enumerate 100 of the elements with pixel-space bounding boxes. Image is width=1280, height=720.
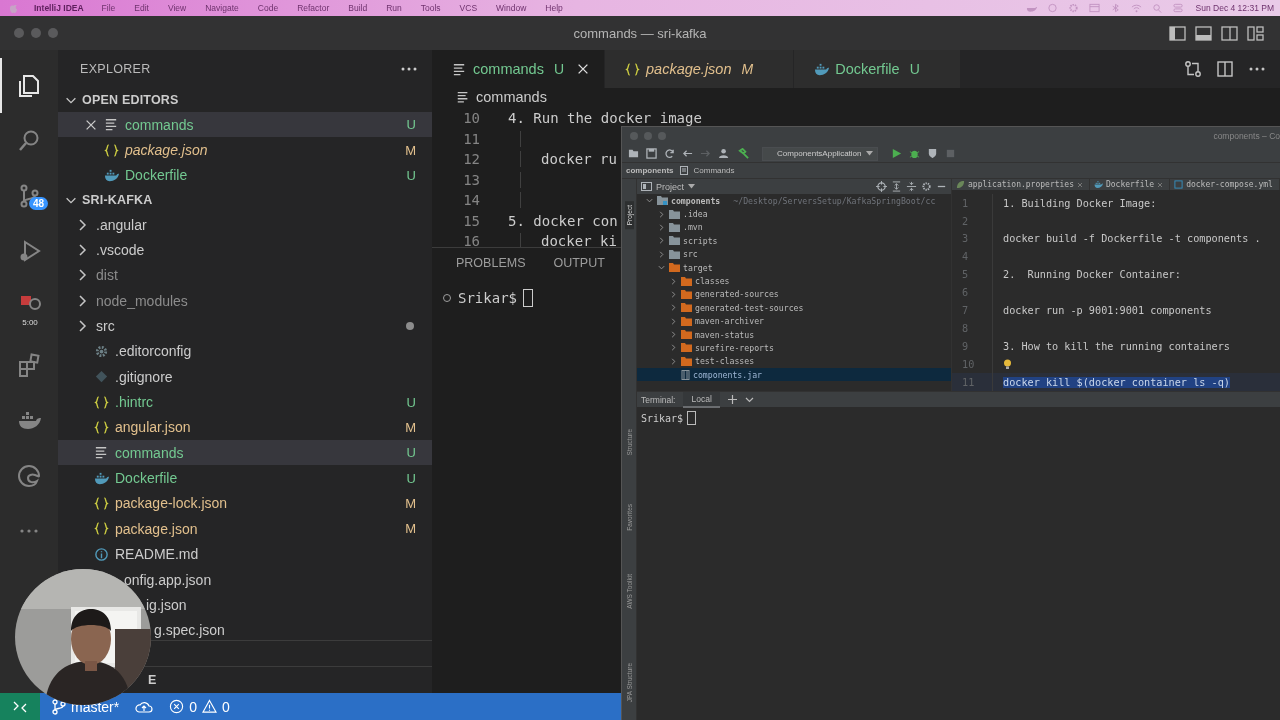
expand-all-icon[interactable] <box>891 181 902 192</box>
tree-row[interactable]: components ~/Desktop/ServersSetup/KafkaSpringBoot/cc <box>637 194 951 208</box>
bug-icon[interactable] <box>908 148 920 159</box>
run-icon[interactable] <box>890 148 902 159</box>
file-row[interactable]: package.json M <box>58 137 432 163</box>
breadcrumb[interactable]: components <box>626 166 674 175</box>
panel-title-dropdown[interactable]: Project <box>656 181 684 192</box>
lightbulb-icon[interactable] <box>1003 358 1012 370</box>
remote-button[interactable] <box>0 693 40 720</box>
window-title: components – Co <box>1213 131 1280 141</box>
sync-icon[interactable] <box>664 148 675 159</box>
tree-row[interactable]: target <box>637 260 951 275</box>
compare-changes-icon[interactable] <box>1184 60 1202 78</box>
editor-tab[interactable]: Dockerfile U <box>794 50 961 88</box>
run-configuration-dropdown[interactable]: ComponentsApplication <box>762 146 878 161</box>
menu-item[interactable]: Build <box>348 3 368 13</box>
tree-row[interactable]: .idea <box>637 207 951 221</box>
file-row[interactable]: .hintrc U <box>58 389 432 415</box>
tree-row[interactable]: maven-archiver <box>637 314 951 328</box>
folder-icon <box>669 209 680 219</box>
file-row[interactable]: commands U <box>58 440 432 466</box>
tree-row[interactable]: test-classes <box>637 354 951 369</box>
line-number: 16 <box>462 233 481 247</box>
folder-row[interactable]: .angular <box>58 212 432 238</box>
breadcrumb[interactable]: Commands <box>693 166 735 175</box>
crosshair-icon[interactable] <box>876 181 887 192</box>
folder-row[interactable]: dist <box>58 262 432 289</box>
save-icon[interactable] <box>646 148 657 159</box>
section-header[interactable]: E <box>148 673 157 687</box>
menu-item[interactable]: Edit <box>134 3 149 13</box>
menu-item[interactable]: Help <box>545 3 563 13</box>
line-number: 6 <box>952 283 993 302</box>
split-layout-icon[interactable] <box>1221 25 1238 41</box>
menu-item[interactable]: Run <box>386 3 402 13</box>
caret-icon[interactable] <box>688 184 695 189</box>
file-row[interactable]: Dockerfile U <box>58 465 432 491</box>
file-row[interactable]: angular.json M <box>58 414 432 441</box>
tree-row[interactable]: components.jar <box>637 368 951 382</box>
tree-row[interactable]: classes <box>637 274 951 288</box>
sidebar-toggle-icon[interactable] <box>1169 25 1186 41</box>
panel-tab[interactable]: OUTPUT <box>553 256 605 276</box>
panel-tab[interactable]: PROBLEMS <box>456 256 526 276</box>
layout-grid-icon[interactable] <box>1247 25 1264 41</box>
branch-button[interactable]: master* <box>52 698 120 715</box>
terminal-tab[interactable]: Local <box>683 391 720 408</box>
tree-row[interactable]: generated-sources <box>637 287 951 302</box>
code-line: docker ru <box>520 151 617 168</box>
breadcrumb[interactable]: commands <box>476 89 547 105</box>
file-name[interactable]: g.spec.json <box>154 622 225 639</box>
editor-tab[interactable]: application.properties <box>952 179 1090 191</box>
menu-item[interactable]: Code <box>257 3 279 13</box>
file-row[interactable]: .editorconfig <box>58 338 432 365</box>
menu-item[interactable]: Window <box>496 3 527 13</box>
tree-row[interactable]: scripts <box>637 234 951 248</box>
cloud-upload-icon[interactable] <box>135 699 154 714</box>
person-icon[interactable] <box>718 148 731 159</box>
menu-item[interactable]: VCS <box>459 3 478 13</box>
tree-row[interactable]: maven-status <box>637 327 951 342</box>
folder-open-icon[interactable] <box>628 148 639 159</box>
app-menu[interactable]: IntelliJ IDEA <box>34 3 84 13</box>
editor-tab[interactable]: docker-compose.yml <box>1170 179 1280 191</box>
gear-icon[interactable] <box>921 181 932 192</box>
activity-tab[interactable]: 5:00 <box>0 278 58 338</box>
folder-row[interactable]: src <box>58 313 432 339</box>
folder-row[interactable]: node_modules <box>58 288 432 314</box>
split-editor-icon[interactable] <box>1216 60 1234 78</box>
leaf-icon <box>956 180 965 190</box>
collapse-all-icon[interactable] <box>906 181 917 192</box>
more-icon[interactable] <box>1248 66 1266 72</box>
editor-tab[interactable]: Dockerfile <box>1089 179 1171 191</box>
file-row[interactable]: .gitignore <box>58 364 432 390</box>
file-name[interactable]: ig.json <box>146 596 187 613</box>
hammer-icon[interactable] <box>738 148 749 159</box>
tree-row[interactable]: .mvn <box>637 220 951 235</box>
file-row[interactable]: package.json M <box>58 516 432 542</box>
file-row[interactable]: package-lock.json M <box>58 490 432 517</box>
back-icon[interactable] <box>682 148 693 159</box>
more-icon[interactable] <box>400 66 418 72</box>
folder-row[interactable]: .vscode <box>58 237 432 263</box>
section-header[interactable]: SRI-KAFKA <box>58 188 432 213</box>
section-header[interactable]: OPEN EDITORS <box>58 88 432 112</box>
plus-icon[interactable] <box>727 395 737 404</box>
menu-item[interactable]: View <box>167 3 187 13</box>
menu-item[interactable]: File <box>101 3 116 13</box>
problems-button[interactable]: 0 0 <box>169 698 230 715</box>
editor-tab[interactable]: commands U <box>432 50 606 88</box>
chevron-down-icon[interactable] <box>744 396 754 403</box>
file-row[interactable]: Dockerfile U <box>58 162 432 189</box>
menu-item[interactable]: Tools <box>420 3 441 13</box>
tree-row[interactable]: generated-test-sources <box>637 301 951 315</box>
file-name[interactable]: onfig.app.json <box>124 571 212 588</box>
editor-tab[interactable]: package.json M <box>605 50 795 88</box>
file-row[interactable]: commands U <box>58 112 432 138</box>
menu-item[interactable]: Refactor <box>297 3 330 13</box>
menu-item[interactable]: Navigate <box>205 3 239 13</box>
tree-row[interactable]: surefire-reports <box>637 341 951 355</box>
file-row[interactable]: README.md <box>58 541 432 567</box>
shield-icon[interactable] <box>926 148 938 159</box>
tree-row[interactable]: src <box>637 247 951 261</box>
panel-toggle-icon[interactable] <box>1195 25 1212 41</box>
